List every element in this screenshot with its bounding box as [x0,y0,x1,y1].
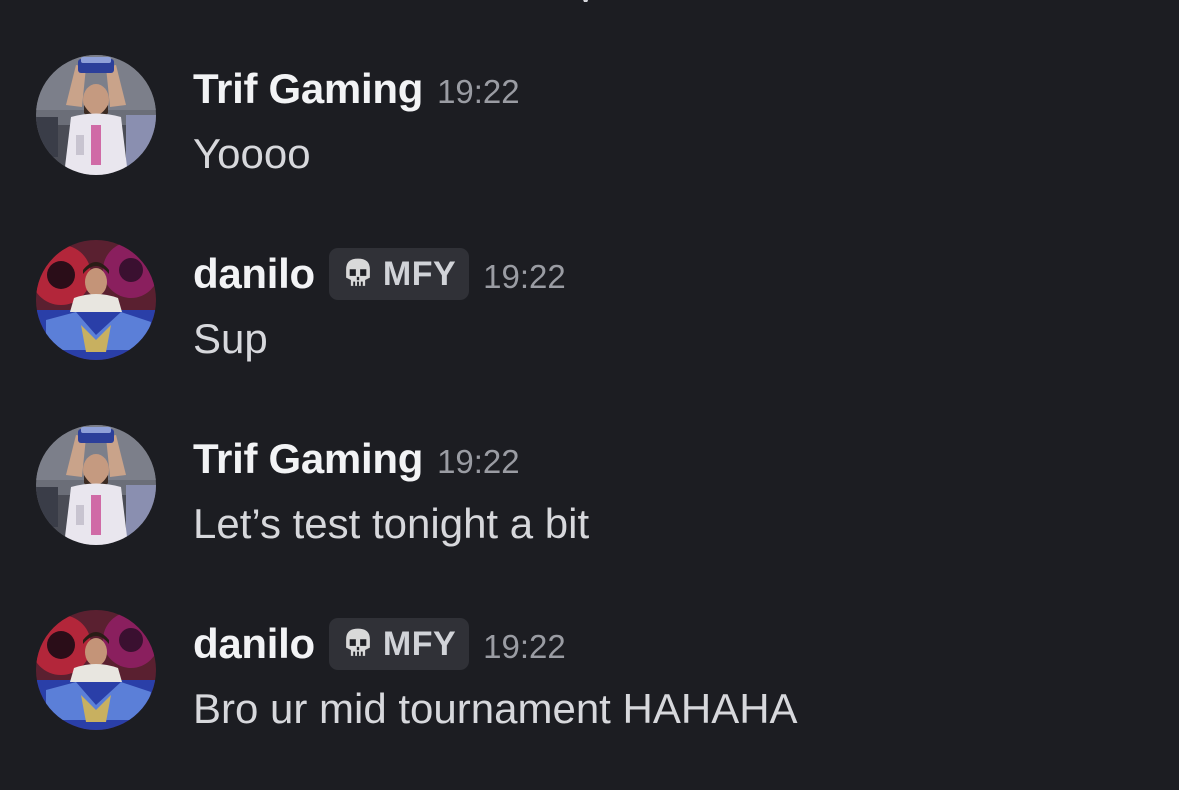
message-text: Sup [193,315,268,362]
chat-message: Trif Gaming 19:22 Let’s test tonight a b… [0,425,1179,555]
user-avatar[interactable] [36,240,156,360]
chat-message-list: y Trif Gaming 19:22 [0,0,1179,790]
username[interactable]: danilo [193,620,315,668]
message-header: danilo MFY 19:22 [193,248,566,300]
message-header: Trif Gaming 19:22 [193,435,520,483]
chat-message: danilo MFY 19:22 Sup [0,240,1179,370]
message-text: Let’s test tonight a bit [193,500,590,547]
timestamp[interactable]: 19:22 [437,443,520,481]
skull-icon [346,628,370,656]
tag-label: MFY [382,624,457,663]
user-avatar[interactable] [36,425,156,545]
user-avatar[interactable] [36,610,156,730]
previous-message-fragment: y [578,0,596,2]
chat-message: danilo MFY 19:22 Bro ur mid tournament H… [0,610,1179,740]
user-avatar[interactable] [36,55,156,175]
username[interactable]: Trif Gaming [193,435,423,483]
timestamp[interactable]: 19:22 [483,628,566,666]
tag-label: MFY [382,254,457,293]
username[interactable]: danilo [193,250,315,298]
server-tag-badge[interactable]: MFY [328,618,470,670]
message-text: Yoooo [193,130,311,177]
timestamp[interactable]: 19:22 [483,258,566,296]
message-header: Trif Gaming 19:22 [193,65,520,113]
message-header: danilo MFY 19:22 [193,618,566,670]
timestamp[interactable]: 19:22 [437,73,520,111]
skull-icon [346,258,370,286]
server-tag-badge[interactable]: MFY [328,248,470,300]
chat-message: Trif Gaming 19:22 Yoooo [0,55,1179,185]
message-text: Bro ur mid tournament HAHAHA [193,685,798,732]
username[interactable]: Trif Gaming [193,65,423,113]
